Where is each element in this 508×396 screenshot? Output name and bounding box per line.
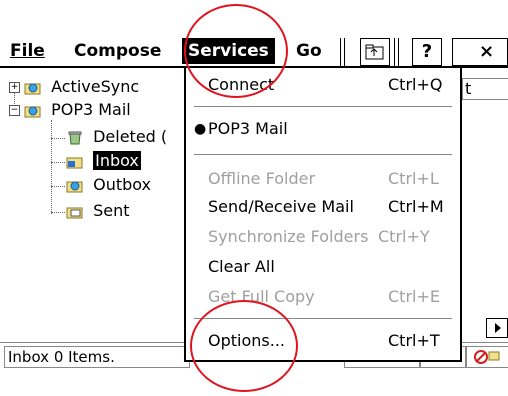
- tree-item-label: Sent: [93, 201, 130, 220]
- menu-item-label: Options...: [208, 331, 285, 350]
- toolbar-separator: [340, 38, 345, 66]
- connection-status: [466, 346, 508, 368]
- menu-go[interactable]: Go: [290, 38, 328, 64]
- recycle-bin-icon: [68, 131, 82, 144]
- tree-line-3: [51, 138, 65, 139]
- menu-item-pop3-mail[interactable]: ● POP3 Mail: [186, 116, 460, 142]
- tree-line-6: [51, 212, 65, 213]
- help-label: ?: [421, 41, 433, 62]
- menu-item-shortcut: Ctrl+E: [388, 287, 440, 306]
- sent-folder-icon: [66, 207, 83, 218]
- list-header-label: t: [465, 79, 472, 98]
- menu-item-label: Send/Receive Mail: [208, 197, 354, 216]
- toolbar-separator-2: [394, 38, 399, 66]
- globe-folder-icon: [24, 106, 41, 117]
- menu-item-label: Connect: [208, 75, 275, 94]
- menu-services-label: Services: [188, 41, 269, 61]
- tree-item-pop3-mail[interactable]: POP3 Mail: [24, 99, 131, 121]
- menu-item-label: POP3 Mail: [208, 119, 288, 138]
- status-label: Inbox 0 Items.: [8, 348, 115, 366]
- expand-activesync[interactable]: +: [9, 82, 20, 93]
- menu-item-options[interactable]: Options... Ctrl+T: [186, 328, 460, 354]
- scroll-right-button[interactable]: [486, 318, 508, 338]
- status-text: Inbox 0 Items.: [4, 346, 190, 368]
- tree-item-outbox[interactable]: Outbox: [66, 174, 151, 196]
- menu-item-label: Synchronize Folders: [208, 227, 369, 246]
- tree-item-label: Inbox: [93, 151, 141, 170]
- menu-go-label: Go: [296, 41, 322, 61]
- services-menu: Connect Ctrl+Q ● POP3 Mail Offline Folde…: [184, 66, 462, 362]
- menu-compose-label: Compose: [74, 41, 162, 61]
- menu-item-get-full-copy[interactable]: Get Full Copy Ctrl+E: [186, 284, 460, 310]
- menu-item-shortcut: Ctrl+M: [388, 197, 444, 216]
- arrow-right-icon: [495, 323, 501, 333]
- menu-separator: [194, 154, 452, 156]
- tree-line-5: [51, 186, 65, 187]
- menu-file-label: File: [10, 41, 45, 61]
- collapse-pop3[interactable]: −: [9, 105, 20, 116]
- menu-item-clear-all[interactable]: Clear All: [186, 254, 460, 280]
- outbox-icon: [66, 181, 83, 192]
- tree-item-activesync[interactable]: ActiveSync: [24, 76, 139, 98]
- menu-services[interactable]: Services: [182, 38, 275, 64]
- tree-item-label: Outbox: [93, 175, 152, 194]
- disconnected-icon: [474, 350, 500, 364]
- tree-line-4: [51, 162, 65, 163]
- tree-item-inbox[interactable]: Inbox: [66, 150, 141, 172]
- tree-item-label: POP3 Mail: [51, 100, 131, 119]
- folder-up-icon: [365, 44, 384, 60]
- menu-item-send-receive[interactable]: Send/Receive Mail Ctrl+M: [186, 194, 460, 220]
- folder-up-button[interactable]: [360, 38, 390, 66]
- radio-bullet-icon: ●: [194, 121, 207, 137]
- globe-folder-icon: [24, 83, 41, 94]
- tree-item-sent[interactable]: Sent: [66, 200, 130, 222]
- menu-item-shortcut: Ctrl+Q: [388, 75, 443, 94]
- inbox-icon: [66, 157, 83, 168]
- list-column-header[interactable]: t: [462, 78, 508, 100]
- tree-item-label: ActiveSync: [51, 77, 140, 96]
- menu-item-shortcut: Ctrl+Y: [378, 227, 430, 246]
- menu-item-connect[interactable]: Connect Ctrl+Q: [186, 72, 460, 98]
- menu-separator: [194, 106, 452, 108]
- menu-separator: [194, 318, 452, 320]
- tree-item-label: Deleted (: [93, 127, 168, 146]
- close-button[interactable]: ×: [452, 38, 508, 66]
- close-icon: ×: [479, 41, 495, 62]
- tree-line-2: [51, 120, 52, 214]
- menu-compose[interactable]: Compose: [68, 38, 167, 64]
- help-button[interactable]: ?: [412, 38, 442, 66]
- menu-item-label: Clear All: [208, 257, 275, 276]
- tree-item-deleted[interactable]: Deleted (: [66, 126, 167, 148]
- menu-item-label: Get Full Copy: [208, 287, 315, 306]
- menu-item-shortcut: Ctrl+T: [388, 331, 440, 350]
- menu-item-offline-folder[interactable]: Offline Folder Ctrl+L: [186, 166, 460, 192]
- menu-item-synchronize[interactable]: Synchronize Folders Ctrl+Y: [186, 224, 460, 250]
- menu-item-shortcut: Ctrl+L: [388, 169, 439, 188]
- menu-file[interactable]: File: [4, 38, 51, 64]
- menu-item-label: Offline Folder: [208, 169, 316, 188]
